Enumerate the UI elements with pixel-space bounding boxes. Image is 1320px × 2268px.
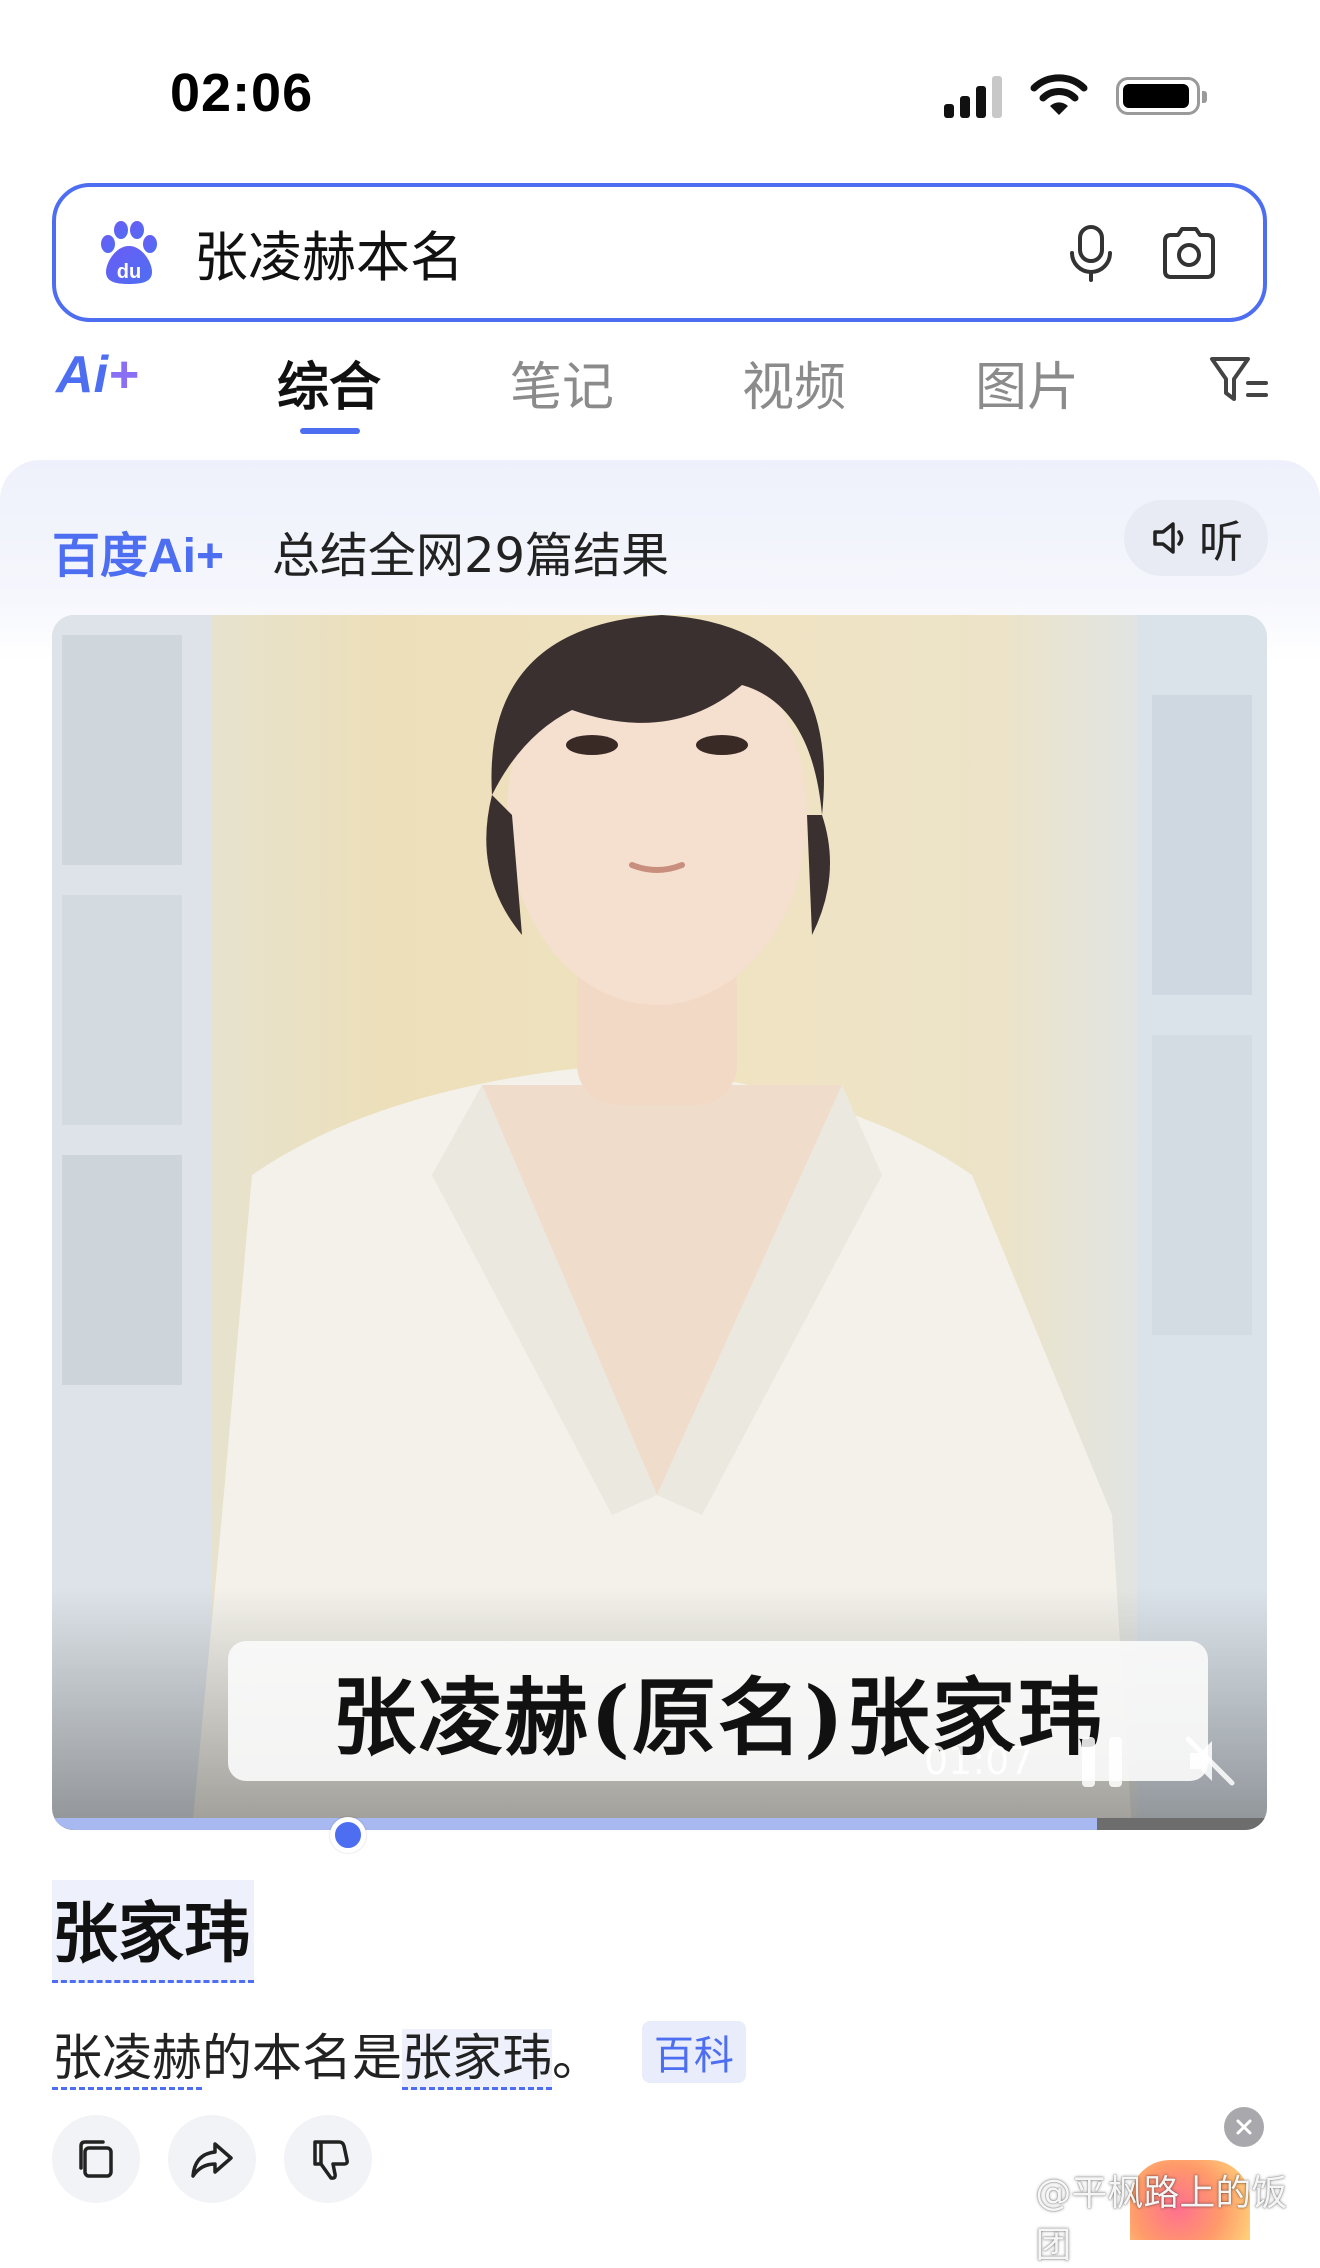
answer-actions (52, 2115, 372, 2203)
baidu-paw-icon: du (101, 220, 157, 284)
mute-icon[interactable] (1182, 1733, 1238, 1789)
status-icons (944, 72, 1207, 120)
search-tabs: Ai+ 综合 笔记 视频 图片 (0, 345, 1320, 445)
filter-icon[interactable] (1208, 353, 1270, 407)
pause-icon[interactable] (1080, 1735, 1124, 1789)
status-time: 02:06 (170, 63, 314, 123)
speaker-icon (1153, 522, 1184, 554)
video-caption: 张凌赫(原名)张家玮 (228, 1641, 1208, 1781)
search-bar[interactable]: du 张凌赫本名 (52, 183, 1267, 322)
tab-videos[interactable]: 视频 (742, 345, 846, 420)
close-icon[interactable] (1224, 2107, 1264, 2147)
video-progress-handle[interactable] (330, 1817, 366, 1853)
dislike-button[interactable] (284, 2115, 372, 2203)
listen-label: 听 (1199, 517, 1243, 568)
copy-button[interactable] (52, 2115, 140, 2203)
active-tab-indicator (300, 428, 360, 434)
weibo-icon (982, 2200, 1025, 2236)
tab-notes[interactable]: 笔记 (510, 345, 614, 420)
search-input[interactable]: 张凌赫本名 (194, 213, 1061, 292)
video-time: 01:07 (924, 1739, 1034, 1783)
watermark-text: @平枫路上的饭团 (1035, 2173, 1288, 2266)
answer-entity-link[interactable]: 张凌赫 (52, 2029, 202, 2090)
weibo-watermark: @平枫路上的饭团 (980, 2164, 1320, 2268)
signal-icon (944, 74, 1002, 118)
listen-button[interactable]: 听 (1124, 500, 1268, 576)
answer-punct: 。 (552, 2029, 602, 2087)
share-icon (191, 2142, 233, 2178)
thumbs-down-icon (313, 2140, 349, 2180)
battery-icon (1116, 77, 1207, 115)
tab-images[interactable]: 图片 (975, 345, 1079, 420)
microphone-icon[interactable] (1061, 223, 1121, 283)
answer-text: 的本名是 (202, 2029, 402, 2087)
video-player[interactable]: 张凌赫(原名)张家玮 01:07 (52, 615, 1267, 1830)
video-progress-fill (52, 1818, 1097, 1830)
camera-icon[interactable] (1159, 223, 1219, 283)
answer-name-link[interactable]: 张家玮 (402, 2029, 552, 2090)
tab-ai[interactable]: Ai+ (56, 345, 138, 405)
answer-body: 张凌赫的本名是张家玮。 百科 (52, 2018, 746, 2090)
answer-title[interactable]: 张家玮 (52, 1880, 254, 1983)
share-button[interactable] (168, 2115, 256, 2203)
ai-brand-label: 百度Ai+ (52, 530, 225, 583)
ai-summary-count: 总结全网29篇结果 (272, 528, 670, 584)
svg-text:du: du (117, 261, 141, 283)
source-chip[interactable]: 百科 (641, 2021, 746, 2083)
wifi-icon (1030, 74, 1088, 115)
copy-icon (79, 2140, 113, 2178)
tab-comprehensive[interactable]: 综合 (277, 345, 381, 420)
